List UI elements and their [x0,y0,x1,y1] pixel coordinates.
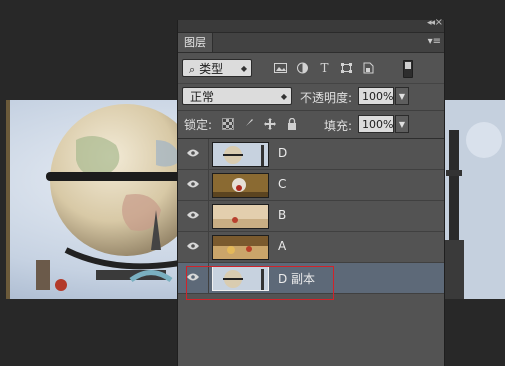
layer-name: C [278,177,287,191]
lock-position-icon[interactable] [264,118,276,130]
panel-tab-row: 图层 ▾≡ [178,33,444,53]
layer-thumbnail [212,266,269,291]
layer-row[interactable]: C [178,170,444,201]
visibility-toggle[interactable] [178,170,209,200]
visibility-toggle[interactable] [178,139,209,169]
smart-object-filter-icon[interactable] [362,62,375,74]
fill-label: 填充: [324,119,353,133]
chevron-updown-icon: ◆ [280,92,287,101]
filter-kind-dropdown[interactable]: ⌕ 类型 ◆ [182,59,252,77]
opacity-dropdown-button[interactable]: ▼ [395,87,409,105]
lock-row: 锁定: 填充: 100% ▼ [178,110,444,139]
layer-row-selected[interactable]: D 副本 [178,263,444,300]
visibility-toggle[interactable] [178,232,209,262]
layer-name: B [278,208,287,222]
layer-name: D [278,146,288,160]
lock-transparent-pixels-icon[interactable] [222,118,234,130]
adjustment-filter-icon[interactable] [296,62,309,74]
blend-row: 正常 ◆ 不透明度: 100% ▼ [178,83,444,111]
layer-row[interactable]: D [178,139,444,170]
layer-list: D C B A D 副本 [178,139,444,300]
layer-thumbnail [212,235,269,260]
tab-layers[interactable]: 图层 [178,33,213,52]
layer-name: D 副本 [278,272,316,286]
layer-thumbnail [212,142,269,167]
layer-row[interactable]: B [178,201,444,232]
chevron-updown-icon: ◆ [240,64,247,73]
fill-dropdown-button[interactable]: ▼ [395,115,409,133]
filter-kind-label: 类型 [199,62,224,76]
eye-icon [187,149,199,157]
eye-icon [187,242,199,250]
layer-filter-row: ⌕ 类型 ◆ T [178,53,444,84]
filter-toggle-switch[interactable] [403,60,413,78]
blend-mode-value: 正常 [190,90,215,104]
layer-thumbnail [212,173,269,198]
eye-icon [187,211,199,219]
eye-icon [187,273,199,281]
visibility-toggle[interactable] [178,263,209,293]
opacity-label: 不透明度: [300,91,353,105]
collapse-panel-icon[interactable]: ◂◂ [427,18,435,28]
eye-icon [187,180,199,188]
lock-image-pixels-icon[interactable] [242,118,254,130]
lock-all-icon[interactable] [286,117,298,130]
fill-input[interactable]: 100% [358,115,394,133]
layer-thumbnail [212,204,269,229]
search-icon: ⌕ [189,63,196,76]
shape-filter-icon[interactable] [340,62,353,74]
blend-mode-dropdown[interactable]: 正常 ◆ [182,87,292,105]
opacity-input[interactable]: 100% [358,87,394,105]
layer-row[interactable]: A [178,232,444,263]
panel-title-bar[interactable]: ◂◂ × [178,17,444,33]
layer-name: A [278,239,287,253]
canvas-photo-right [444,100,505,299]
close-icon[interactable]: × [435,17,443,28]
type-filter-icon[interactable]: T [318,62,331,74]
visibility-toggle[interactable] [178,201,209,231]
image-filter-icon[interactable] [274,62,287,74]
panel-menu-icon[interactable]: ▾≡ [428,36,441,47]
lock-label: 锁定: [184,118,213,132]
layers-panel: ◂◂ × 图层 ▾≡ ⌕ 类型 ◆ T 正常 ◆ 不透明度: 100% ▼ 锁定… [177,17,445,366]
